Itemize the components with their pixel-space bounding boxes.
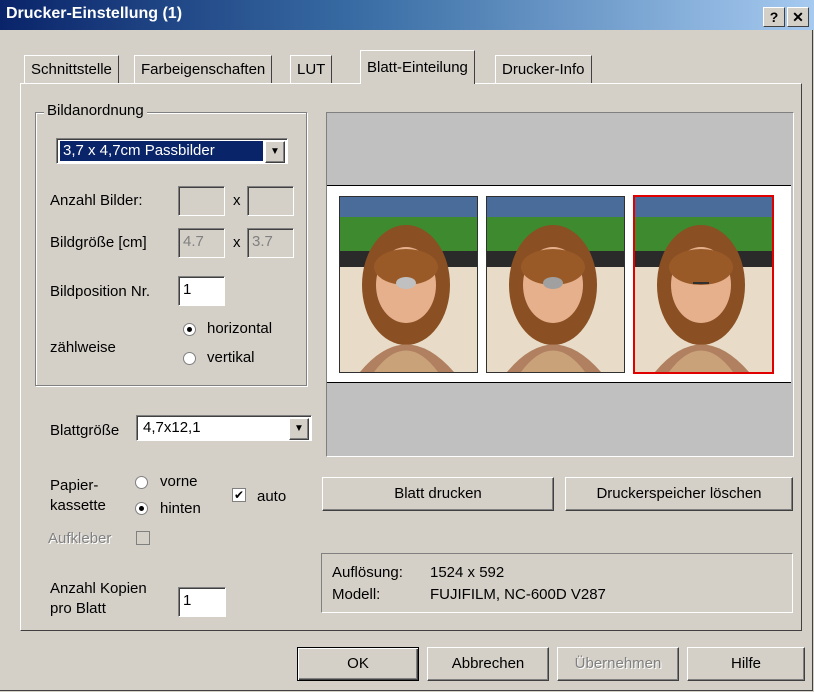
size-width-field[interactable]: 4.7 xyxy=(178,228,225,258)
count-y-field[interactable] xyxy=(247,186,294,216)
portrait-image xyxy=(340,197,477,372)
resolution-value: 1524 x 592 xyxy=(430,564,505,581)
layout-preset-select[interactable]: 3,7 x 4,7cm Passbilder ▼ xyxy=(56,138,288,164)
size-height-field[interactable]: 3.7 xyxy=(247,228,294,258)
sticker-checkbox[interactable] xyxy=(136,531,150,545)
photo-thumbnail-3-selected[interactable] xyxy=(633,195,774,374)
auto-label[interactable]: auto xyxy=(257,488,286,505)
paper-label-line1: Papier- xyxy=(50,477,99,494)
dialog-window: Drucker-Einstellung (1) ? ✕ Schnittstell… xyxy=(0,0,814,691)
tab-blatt-einteilung[interactable]: Blatt-Einteilung xyxy=(360,50,475,84)
radio-selected-dot xyxy=(187,327,192,332)
window-title: Drucker-Einstellung (1) xyxy=(6,5,183,22)
sheet-preview xyxy=(326,112,794,457)
portrait-image xyxy=(635,197,772,372)
layout-group-legend: Bildanordnung xyxy=(44,102,147,119)
title-bar[interactable]: Drucker-Einstellung (1) ? ✕ xyxy=(0,0,814,30)
count-x-field[interactable] xyxy=(178,186,225,216)
copies-label-line1: Anzahl Kopien xyxy=(50,580,147,597)
copies-field[interactable]: 1 xyxy=(178,587,226,617)
radio-vertical[interactable] xyxy=(183,352,196,365)
radio-selected-dot xyxy=(139,506,144,511)
auto-checkbox[interactable]: ✔ xyxy=(232,488,246,502)
sticker-label: Aufkleber xyxy=(48,530,112,547)
radio-front[interactable] xyxy=(135,476,148,489)
chevron-down-icon[interactable]: ▼ xyxy=(265,141,285,163)
count-times-sign: x xyxy=(233,192,241,209)
radio-front-label[interactable]: vorne xyxy=(160,473,198,490)
count-mode-label: zählweise xyxy=(50,339,116,356)
help-button[interactable]: ? xyxy=(763,7,785,27)
apply-button[interactable]: Übernehmen xyxy=(557,647,679,681)
layout-preset-value: 3,7 x 4,7cm Passbilder xyxy=(60,141,263,161)
size-times-sign: x xyxy=(233,234,241,251)
sheet-size-select[interactable]: 4,7x12,1 ▼ xyxy=(136,415,312,441)
position-field[interactable]: 1 xyxy=(178,276,225,306)
photo-thumbnail-1[interactable] xyxy=(339,196,478,373)
copies-label-line2: pro Blatt xyxy=(50,600,106,617)
printer-info-box: Auflösung: 1524 x 592 Modell: FUJIFILM, … xyxy=(321,553,793,613)
chevron-down-icon[interactable]: ▼ xyxy=(289,418,309,440)
radio-back-label[interactable]: hinten xyxy=(160,500,201,517)
checkmark-icon: ✔ xyxy=(233,488,245,502)
photo-thumbnail-2[interactable] xyxy=(486,196,625,373)
ok-button[interactable]: OK xyxy=(297,647,419,681)
paper-label-line2: kassette xyxy=(50,497,106,514)
tab-schnittstelle[interactable]: Schnittstelle xyxy=(24,55,119,83)
model-label: Modell: xyxy=(332,586,381,603)
print-sheet-button[interactable]: Blatt drucken xyxy=(322,477,554,511)
tab-lut[interactable]: LUT xyxy=(290,55,333,83)
sheet-size-value: 4,7x12,1 xyxy=(143,419,201,436)
help-footer-button[interactable]: Hilfe xyxy=(687,647,805,681)
portrait-image xyxy=(487,197,624,372)
position-label: Bildposition Nr. xyxy=(50,283,151,300)
print-strip xyxy=(327,185,791,383)
radio-back[interactable] xyxy=(135,502,148,515)
size-label: Bildgröße [cm] xyxy=(50,234,147,251)
sheet-size-label: Blattgröße xyxy=(50,422,120,439)
tab-farbeigenschaften[interactable]: Farbeigenschaften xyxy=(134,55,273,83)
radio-horizontal[interactable] xyxy=(183,323,196,336)
count-label: Anzahl Bilder: xyxy=(50,192,143,209)
close-button[interactable]: ✕ xyxy=(787,7,809,27)
model-value: FUJIFILM, NC-600D V287 xyxy=(430,586,606,603)
tab-drucker-info[interactable]: Drucker-Info xyxy=(495,55,592,83)
radio-vertical-label[interactable]: vertikal xyxy=(207,349,255,366)
cancel-button[interactable]: Abbrechen xyxy=(427,647,549,681)
resolution-label: Auflösung: xyxy=(332,564,403,581)
radio-horizontal-label[interactable]: horizontal xyxy=(207,320,272,337)
clear-printer-memory-button[interactable]: Druckerspeicher löschen xyxy=(565,477,793,511)
